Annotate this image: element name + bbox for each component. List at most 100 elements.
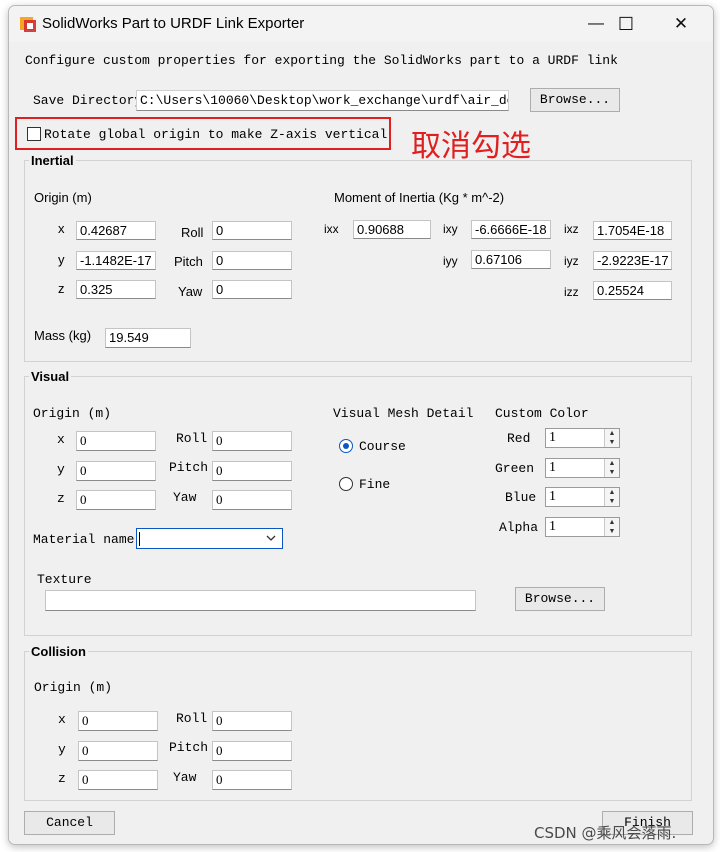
watermark-text: CSDN @乘风会落雨. — [534, 824, 677, 842]
annotation-text: 取消勾选 — [411, 129, 531, 164]
visual-roll-label: Roll — [176, 431, 208, 446]
title-bar: SolidWorks Part to URDF Link Exporter — … — [9, 6, 713, 42]
collision-pitch-input[interactable]: 0 — [212, 741, 292, 761]
collision-yaw-input[interactable]: 0 — [212, 770, 292, 790]
visual-x-input[interactable]: 0 — [76, 431, 156, 451]
inertial-x-label: x — [58, 221, 65, 236]
close-button[interactable]: ✕ — [661, 10, 701, 38]
iyz-input[interactable]: -2.9223E-17 — [593, 251, 672, 270]
blue-value: 1 — [549, 489, 556, 504]
blue-label: Blue — [505, 490, 537, 505]
mass-input[interactable]: 19.549 — [105, 328, 191, 348]
red-spinner[interactable]: 1 ▲ ▼ — [545, 428, 620, 448]
chevron-down-icon — [266, 535, 276, 541]
inertial-yaw-input[interactable]: 0 — [212, 280, 292, 299]
radio-selected-dot — [343, 443, 349, 449]
description-text: Configure custom properties for exportin… — [25, 53, 618, 68]
close-icon: ✕ — [673, 14, 689, 33]
fine-radio-label: Fine — [359, 477, 391, 492]
rotate-origin-checkbox[interactable] — [27, 127, 41, 141]
course-radio-label: Course — [359, 439, 406, 454]
visual-z-label: z — [57, 491, 65, 506]
collision-title: Collision — [29, 644, 88, 659]
ixz-label: ixz — [564, 222, 579, 236]
red-spinner-arrows[interactable]: ▲ ▼ — [604, 429, 619, 447]
ixz-input[interactable]: 1.7054E-18 — [593, 221, 672, 240]
alpha-label: Alpha — [499, 520, 539, 535]
course-radio[interactable] — [339, 439, 353, 453]
visual-y-label: y — [57, 462, 65, 477]
spin-up-icon: ▲ — [608, 489, 616, 496]
material-name-dropdown[interactable] — [136, 528, 283, 549]
spin-down-icon: ▼ — [608, 498, 616, 505]
blue-spinner-arrows[interactable]: ▲ ▼ — [604, 488, 619, 506]
visual-yaw-input[interactable]: 0 — [212, 490, 292, 510]
ixy-label: ixy — [443, 222, 458, 236]
visual-y-input[interactable]: 0 — [76, 461, 156, 481]
ixx-input[interactable]: 0.90688 — [353, 220, 431, 239]
collision-yaw-label: Yaw — [173, 770, 197, 785]
maximize-button[interactable]: ☐ — [606, 10, 646, 38]
collision-x-label: x — [58, 712, 66, 727]
alpha-spinner[interactable]: 1 ▲ ▼ — [545, 517, 620, 537]
collision-z-label: z — [58, 771, 66, 786]
visual-roll-input[interactable]: 0 — [212, 431, 292, 451]
texture-browse-button[interactable]: Browse... — [515, 587, 605, 611]
minimize-icon: — — [588, 15, 604, 32]
visual-z-input[interactable]: 0 — [76, 490, 156, 510]
spin-down-icon: ▼ — [608, 439, 616, 446]
inertial-roll-input[interactable]: 0 — [212, 221, 292, 240]
spin-up-icon: ▲ — [608, 460, 616, 467]
app-icon — [20, 17, 36, 32]
green-spinner-arrows[interactable]: ▲ ▼ — [604, 459, 619, 477]
collision-origin-label: Origin (m) — [34, 680, 113, 695]
inertial-pitch-label: Pitch — [174, 254, 203, 269]
inertial-title: Inertial — [29, 153, 76, 168]
collision-pitch-label: Pitch — [169, 740, 209, 755]
texture-input[interactable] — [45, 590, 476, 611]
inertial-pitch-input[interactable]: 0 — [212, 251, 292, 270]
visual-x-label: x — [57, 432, 65, 447]
alpha-value: 1 — [549, 519, 556, 534]
cancel-button[interactable]: Cancel — [24, 811, 115, 835]
visual-pitch-label: Pitch — [169, 460, 209, 475]
visual-origin-label: Origin (m) — [33, 406, 112, 421]
visual-yaw-label: Yaw — [173, 490, 197, 505]
iyy-label: iyy — [443, 254, 458, 268]
spin-up-icon: ▲ — [608, 519, 616, 526]
iyy-input[interactable]: 0.67106 — [471, 250, 551, 269]
inertial-x-input[interactable]: 0.42687 — [76, 221, 156, 240]
fine-radio[interactable] — [339, 477, 353, 491]
visual-title: Visual — [29, 369, 72, 384]
exporter-window: SolidWorks Part to URDF Link Exporter — … — [8, 5, 714, 845]
collision-roll-label: Roll — [176, 711, 208, 726]
mesh-detail-label: Visual Mesh Detail — [333, 406, 474, 421]
alpha-spinner-arrows[interactable]: ▲ ▼ — [604, 518, 619, 536]
material-name-label: Material name — [33, 532, 135, 547]
collision-roll-input[interactable]: 0 — [212, 711, 292, 731]
izz-label: izz — [564, 285, 579, 299]
save-directory-label: Save Directory — [33, 93, 143, 108]
moment-of-inertia-label: Moment of Inertia (Kg * m^-2) — [334, 190, 505, 205]
inertial-z-input[interactable]: 0.325 — [76, 280, 156, 299]
green-spinner[interactable]: 1 ▲ ▼ — [545, 458, 620, 478]
inertial-y-label: y — [58, 252, 65, 267]
inertial-origin-label: Origin (m) — [34, 190, 92, 205]
spin-down-icon: ▼ — [608, 528, 616, 535]
save-directory-browse-button[interactable]: Browse... — [530, 88, 620, 112]
inertial-yaw-label: Yaw — [178, 284, 203, 299]
collision-y-label: y — [58, 742, 66, 757]
save-directory-input[interactable]: C:\Users\10060\Desktop\work_exchange\urd… — [136, 90, 509, 111]
collision-z-input[interactable]: 0 — [78, 770, 158, 790]
izz-input[interactable]: 0.25524 — [593, 281, 672, 300]
collision-y-input[interactable]: 0 — [78, 741, 158, 761]
rotate-origin-label: Rotate global origin to make Z-axis vert… — [44, 127, 388, 142]
ixy-input[interactable]: -6.6666E-18 — [471, 220, 551, 239]
visual-pitch-input[interactable]: 0 — [212, 461, 292, 481]
window-title: SolidWorks Part to URDF Link Exporter — [42, 15, 305, 32]
custom-color-label: Custom Color — [495, 406, 589, 421]
blue-spinner[interactable]: 1 ▲ ▼ — [545, 487, 620, 507]
text-caret — [139, 532, 140, 546]
collision-x-input[interactable]: 0 — [78, 711, 158, 731]
inertial-y-input[interactable]: -1.1482E-17 — [76, 251, 156, 270]
